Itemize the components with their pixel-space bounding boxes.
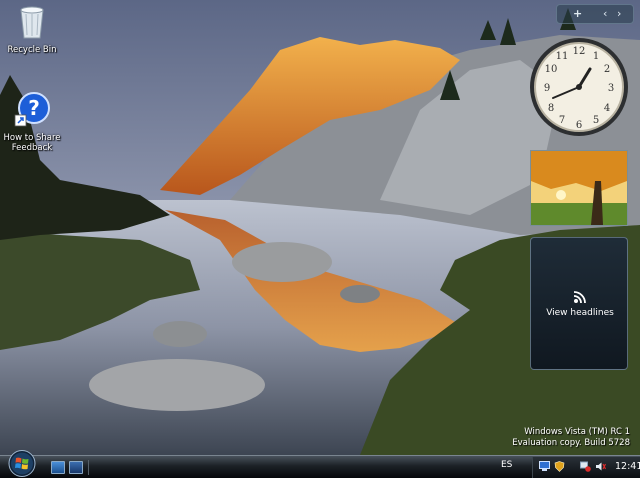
svg-text:1: 1 xyxy=(593,51,599,62)
security-shield-icon[interactable] xyxy=(554,461,565,472)
watermark-line-1: Windows Vista (TM) RC 1 xyxy=(524,427,630,437)
slideshow-gadget[interactable] xyxy=(530,150,628,226)
sidebar-controls: + ‹ › xyxy=(556,4,634,24)
taskbar: ES 12:41 xyxy=(0,455,640,478)
desktop: Recycle Bin ? How to Share Feedback + ‹ … xyxy=(0,0,640,455)
quick-launch-separator xyxy=(88,460,89,475)
svg-text:5: 5 xyxy=(593,115,599,126)
svg-text:12: 12 xyxy=(573,46,586,57)
network-status-icon[interactable] xyxy=(580,461,591,472)
slideshow-image-autumn-tree xyxy=(531,151,627,225)
svg-text:?: ? xyxy=(28,96,40,120)
desktop-icon-how-to-share-feedback[interactable]: ? How to Share Feedback xyxy=(0,90,67,153)
recycle-bin-icon xyxy=(12,2,52,42)
feed-headlines-gadget[interactable]: View headlines xyxy=(530,237,628,370)
sidebar-prev-button[interactable]: ‹ xyxy=(603,7,607,21)
taskbar-clock[interactable]: 12:41 xyxy=(615,461,640,472)
svg-text:8: 8 xyxy=(548,103,554,114)
svg-text:11: 11 xyxy=(556,51,569,62)
desktop-icon-label: How to Share Feedback xyxy=(3,133,61,153)
rss-feed-icon xyxy=(573,291,586,304)
sidebar-add-gadget-button[interactable]: + xyxy=(573,7,582,21)
sidebar-next-button[interactable]: › xyxy=(617,7,621,21)
clock-gadget[interactable]: 12 3 6 9 1 2 4 5 7 8 10 11 xyxy=(528,36,630,138)
svg-text:7: 7 xyxy=(559,115,565,126)
svg-text:10: 10 xyxy=(545,64,558,75)
analog-clock-face: 12 3 6 9 1 2 4 5 7 8 10 11 xyxy=(530,38,628,136)
svg-text:4: 4 xyxy=(604,103,610,114)
svg-text:2: 2 xyxy=(604,64,610,75)
desktop-icon-label: Recycle Bin xyxy=(7,45,57,55)
network-icon[interactable] xyxy=(539,461,550,472)
start-button[interactable] xyxy=(6,449,38,478)
evaluation-watermark: Windows Vista (TM) RC 1 Evaluation copy.… xyxy=(512,427,630,449)
svg-text:3: 3 xyxy=(608,83,614,94)
language-indicator[interactable]: ES xyxy=(501,460,512,470)
volume-icon[interactable] xyxy=(595,461,606,472)
switch-windows-icon[interactable] xyxy=(69,461,83,474)
watermark-line-2: Evaluation copy. Build 5728 xyxy=(512,438,630,448)
show-desktop-icon[interactable] xyxy=(51,461,65,474)
svg-text:6: 6 xyxy=(576,120,582,131)
svg-text:9: 9 xyxy=(544,83,550,94)
help-question-icon: ? xyxy=(12,90,52,130)
notification-area: 12:41 xyxy=(532,457,640,478)
desktop-icon-recycle-bin[interactable]: Recycle Bin xyxy=(0,2,67,55)
view-headlines-label[interactable]: View headlines xyxy=(531,308,629,318)
